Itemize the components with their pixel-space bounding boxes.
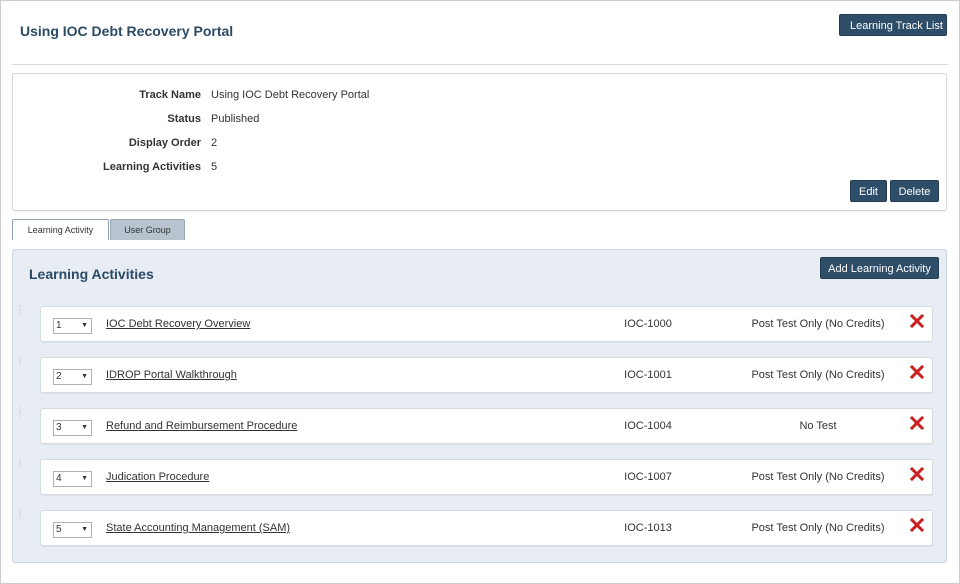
close-x-icon[interactable] bbox=[909, 517, 925, 533]
list-item: ⁞ ⁞ 1 ▼ IOC Debt Recovery Overview IOC-10… bbox=[19, 305, 941, 348]
drag-handle-icon[interactable]: ⁞ ⁞ bbox=[19, 458, 27, 470]
activity-row: 5 ▼ State Accounting Management (SAM) IO… bbox=[40, 510, 933, 546]
order-select[interactable]: 3 ▼ bbox=[53, 420, 92, 436]
caret-down-icon: ▼ bbox=[81, 322, 88, 329]
drag-handle-icon[interactable]: ⁞ ⁞ bbox=[19, 356, 27, 368]
activity-link[interactable]: Refund and Reimbursement Procedure bbox=[106, 420, 297, 432]
order-select[interactable]: 5 ▼ bbox=[53, 522, 92, 538]
activity-test-type: Post Test Only (No Credits) bbox=[751, 471, 885, 483]
caret-down-icon: ▼ bbox=[81, 526, 88, 533]
order-select-value: 1 bbox=[56, 320, 62, 331]
activity-code: IOC-1013 bbox=[624, 522, 672, 534]
detail-value: 2 bbox=[211, 137, 218, 149]
close-x-icon[interactable] bbox=[909, 364, 925, 380]
list-item: ⁞ ⁞ 3 ▼ Refund and Reimbursement Procedur… bbox=[19, 407, 941, 450]
learning-track-list-button[interactable]: Learning Track List bbox=[839, 14, 947, 36]
list-item: ⁞ ⁞ 4 ▼ Judication Procedure IOC-1007 Pos… bbox=[19, 458, 941, 501]
close-x-icon[interactable] bbox=[909, 313, 925, 329]
order-select-value: 4 bbox=[56, 473, 62, 484]
add-learning-activity-button[interactable]: Add Learning Activity bbox=[820, 257, 939, 279]
close-x-icon[interactable] bbox=[909, 415, 925, 431]
detail-value: 5 bbox=[211, 161, 218, 173]
detail-value: Using IOC Debt Recovery Portal bbox=[211, 89, 370, 101]
learning-activities-panel: Learning Activities Add Learning Activit… bbox=[12, 249, 947, 563]
activity-test-type: Post Test Only (No Credits) bbox=[751, 522, 885, 534]
list-item: ⁞ ⁞ 5 ▼ State Accounting Management (SAM)… bbox=[19, 509, 941, 552]
order-select[interactable]: 2 ▼ bbox=[53, 369, 92, 385]
caret-down-icon: ▼ bbox=[81, 424, 88, 431]
detail-label: Status bbox=[167, 113, 201, 125]
detail-label: Display Order bbox=[128, 137, 201, 149]
track-details-card: Track Name Using IOC Debt Recovery Porta… bbox=[12, 73, 947, 211]
activity-test-type: Post Test Only (No Credits) bbox=[751, 369, 885, 381]
activity-code: IOC-1000 bbox=[624, 318, 672, 330]
caret-down-icon: ▼ bbox=[81, 373, 88, 380]
drag-handle-icon[interactable]: ⁞ ⁞ bbox=[19, 305, 27, 317]
order-select-value: 2 bbox=[56, 371, 62, 382]
order-select[interactable]: 4 ▼ bbox=[53, 471, 92, 487]
detail-value: Published bbox=[211, 113, 260, 125]
order-select-value: 5 bbox=[56, 524, 62, 535]
page-title: Using IOC Debt Recovery Portal bbox=[20, 23, 234, 39]
activity-row: 4 ▼ Judication Procedure IOC-1007 Post T… bbox=[40, 459, 933, 495]
panel-title: Learning Activities bbox=[29, 266, 154, 282]
drag-handle-icon[interactable]: ⁞ ⁞ bbox=[19, 509, 27, 521]
activity-row: 2 ▼ IDROP Portal Walkthrough IOC-1001 Po… bbox=[40, 357, 933, 393]
tab-user-group[interactable]: User Group bbox=[110, 219, 185, 240]
activity-link[interactable]: IDROP Portal Walkthrough bbox=[106, 369, 237, 381]
list-item: ⁞ ⁞ 2 ▼ IDROP Portal Walkthrough IOC-1001… bbox=[19, 356, 941, 399]
detail-label: Track Name bbox=[139, 89, 201, 101]
activity-link[interactable]: IOC Debt Recovery Overview bbox=[106, 318, 250, 330]
tab-learning-activity[interactable]: Learning Activity bbox=[12, 219, 109, 240]
activity-code: IOC-1004 bbox=[624, 420, 672, 432]
activity-row: 3 ▼ Refund and Reimbursement Procedure I… bbox=[40, 408, 933, 444]
close-x-icon[interactable] bbox=[909, 466, 925, 482]
delete-button[interactable]: Delete bbox=[890, 180, 939, 202]
activity-test-type: Post Test Only (No Credits) bbox=[751, 318, 885, 330]
activity-row: 1 ▼ IOC Debt Recovery Overview IOC-1000 … bbox=[40, 306, 933, 342]
activity-code: IOC-1001 bbox=[624, 369, 672, 381]
order-select[interactable]: 1 ▼ bbox=[53, 318, 92, 334]
header-divider bbox=[12, 64, 948, 65]
order-select-value: 3 bbox=[56, 422, 62, 433]
activity-test-type: No Test bbox=[799, 420, 837, 432]
edit-button[interactable]: Edit bbox=[850, 180, 887, 202]
detail-label: Learning Activities bbox=[102, 161, 201, 173]
activity-link[interactable]: Judication Procedure bbox=[106, 471, 209, 483]
activity-code: IOC-1007 bbox=[624, 471, 672, 483]
drag-handle-icon[interactable]: ⁞ ⁞ bbox=[19, 407, 27, 419]
activity-link[interactable]: State Accounting Management (SAM) bbox=[106, 522, 290, 534]
caret-down-icon: ▼ bbox=[81, 475, 88, 482]
